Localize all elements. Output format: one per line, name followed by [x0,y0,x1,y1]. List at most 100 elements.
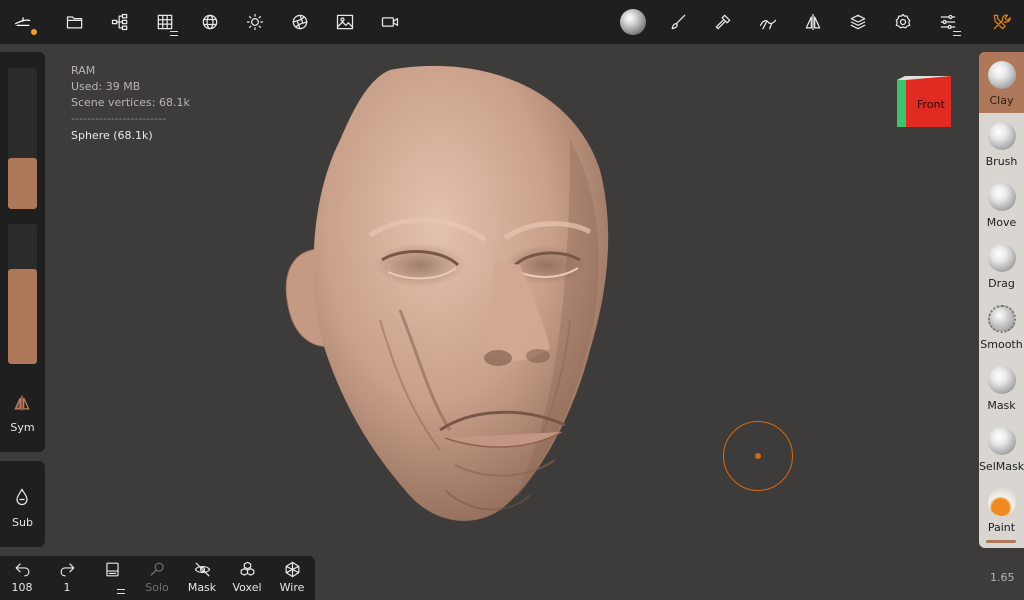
tool-drag[interactable]: Drag [979,235,1024,296]
material-button[interactable] [616,5,650,39]
files-button[interactable] [58,5,92,39]
tools-icon [993,14,1011,30]
tool-label: Clay [989,94,1014,107]
scene-info-overlay: RAM Used: 39 MB Scene vertices: 68.1k --… [71,63,190,144]
tool-selmask[interactable]: SelMask [979,418,1024,479]
top-toolbar [0,0,1024,44]
tool-settings-button[interactable] [931,5,965,39]
submenu-indicator [170,31,178,36]
record-button[interactable] [373,5,407,39]
voxel-cubes-icon [240,561,254,576]
scene-vertices: Scene vertices: 68.1k [71,96,190,109]
undo-count: 108 [11,581,33,594]
tool-label: Paint [987,521,1016,534]
drag-tool-icon [987,244,1016,272]
redo-button[interactable]: 1 [46,560,88,600]
settings-button[interactable] [886,5,920,39]
wireframe-button[interactable] [193,5,227,39]
tool-smooth[interactable]: Smooth [979,296,1024,357]
matcap-sphere-icon [620,9,646,35]
wireframe-toggle[interactable]: Wire [271,560,313,600]
scene-button[interactable] [103,5,137,39]
tool-panel: Clay Brush Move Drag Smooth Mask SelMask… [979,52,1024,548]
intensity-slider-fill [8,268,37,364]
wire-label: Wire [279,581,305,594]
clay-tool-icon [987,61,1016,89]
view-cube-face-label: Front [917,98,945,111]
tool-clay[interactable]: Clay [979,52,1024,113]
tool-label: Drag [988,277,1015,290]
sub-label: Sub [12,516,33,529]
paint-button[interactable] [661,5,695,39]
tools-button[interactable] [984,5,1018,39]
intensity-slider[interactable] [8,224,37,364]
voxel-label: Voxel [232,581,262,594]
selmask-tool-icon [987,427,1016,455]
document-icon [105,562,119,577]
sliders-icon [940,14,956,30]
tool-brush[interactable]: Brush [979,113,1024,174]
layers-icon [850,14,866,30]
submenu-indicator [117,589,125,594]
sculpted-head-model[interactable] [270,60,630,530]
tool-label: Smooth [980,338,1023,351]
paintbrush-icon [671,14,686,30]
sculpt-button[interactable] [706,5,740,39]
solo-label: Solo [145,581,169,594]
topology-button[interactable] [148,5,182,39]
bottom-toolbar: 108 1 Solo Mask Voxel Wire [0,556,315,600]
wire-sphere-icon [202,14,218,30]
tool-label: Brush [985,155,1018,168]
left-slider-panel: Sym [0,52,45,452]
layers-button[interactable] [841,5,875,39]
symmetry-icon [14,395,30,411]
solo-button[interactable]: Solo [136,560,178,600]
mask-visibility-button[interactable]: Mask [181,560,223,600]
tool-label: Mask [987,399,1016,412]
tool-move[interactable]: Move [979,174,1024,235]
sun-icon [246,13,264,31]
paint-tool-icon [987,488,1016,516]
stroke-button[interactable] [751,5,785,39]
ram-used: Used: 39 MB [71,80,141,93]
redo-count: 1 [63,581,71,594]
notification-dot [31,29,37,35]
undo-button[interactable]: 108 [1,560,43,600]
tool-label: Move [986,216,1017,229]
symmetry-label: Sym [10,421,35,434]
redo-icon [60,563,74,577]
radius-slider-fill [8,158,37,209]
sub-toggle-panel[interactable]: Sub [0,461,45,547]
tool-paint[interactable]: Paint [979,479,1024,540]
symmetry-toggle[interactable] [12,393,34,413]
voxel-button[interactable]: Voxel [226,560,268,600]
tool-label: SelMask [978,460,1024,473]
gear-icon [895,13,911,29]
brush-cursor-center [755,453,761,459]
scene-tree-icon [111,13,128,31]
brush-tool-icon [987,122,1016,150]
eye-off-icon [194,562,210,577]
mask-tool-icon [987,366,1016,394]
video-camera-icon [381,17,399,27]
background-button[interactable] [328,5,362,39]
submenu-indicator [953,31,961,36]
view-cube[interactable]: Front [893,74,951,129]
tool-mask[interactable]: Mask [979,357,1024,418]
hand-stroke-icon [759,19,777,30]
info-separator: ------------------------ [71,112,167,125]
radius-slider[interactable] [8,68,37,209]
nomad-logo-icon [14,17,31,26]
symmetry-icon [805,13,821,31]
hammer-icon [715,14,731,30]
sub-toggle[interactable] [12,487,34,509]
move-tool-icon [987,183,1016,211]
symmetry-button[interactable] [796,5,830,39]
mask-label: Mask [187,581,217,594]
camera-settings-button[interactable] [283,5,317,39]
image-icon [336,14,354,30]
lighting-button[interactable] [238,5,272,39]
grid-icon [157,14,173,30]
selected-object-label[interactable]: Sphere (68.1k) [71,128,190,144]
history-button[interactable] [91,560,133,600]
